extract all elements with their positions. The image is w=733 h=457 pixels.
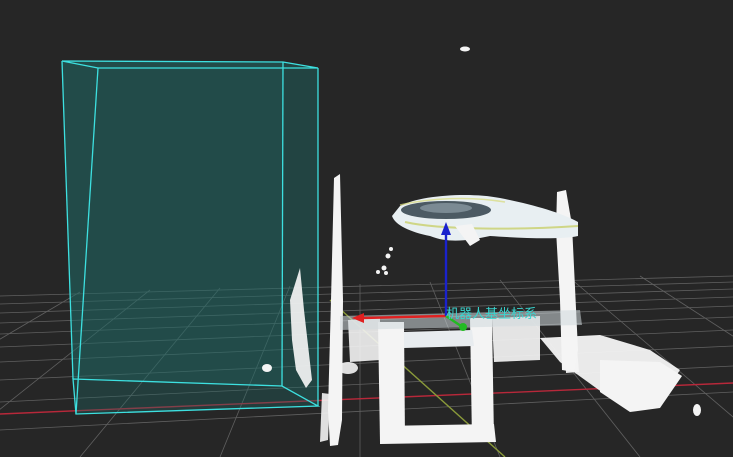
workspace-box[interactable] (61, 60, 321, 415)
robot-base-frame-label: 机器人基坐标系 (446, 307, 538, 322)
3d-viewport[interactable]: 机器人基坐标系 (0, 0, 733, 457)
3d-scene[interactable] (0, 0, 733, 457)
overhead-object-cloud (392, 194, 579, 246)
